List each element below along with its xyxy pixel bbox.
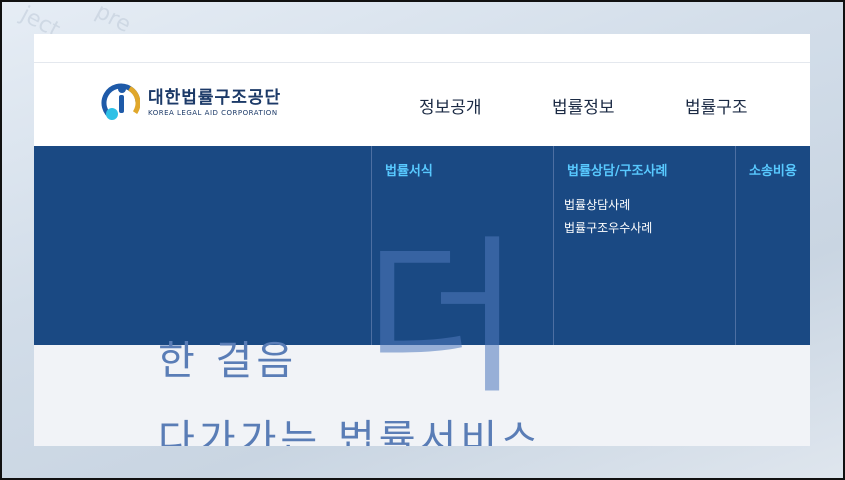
menu-item-consult-cases[interactable]: 법률상담사례 (564, 196, 630, 213)
site-window: 대한법률구조공단 KOREA LEGAL AID CORPORATION 정보공… (34, 34, 810, 446)
menu-title-consult-cases[interactable]: 법률상담/구조사례 (567, 160, 667, 179)
hero-emphasis-character: 더 (364, 220, 521, 418)
hero-headline-line1: 한 걸음 (158, 338, 298, 384)
menu-title-legal-forms[interactable]: 법률서식 (385, 160, 433, 179)
menu-item-excellent-cases[interactable]: 법률구조우수사례 (564, 219, 652, 236)
top-utility-bar (34, 34, 810, 63)
logo-emblem-icon (100, 81, 141, 125)
nav-item-legal-info[interactable]: 법률정보 (552, 93, 615, 118)
logo-korean-name: 대한법률구조공단 (148, 88, 282, 108)
site-header: 대한법률구조공단 KOREA LEGAL AID CORPORATION 정보공… (34, 63, 810, 146)
nav-item-info-disclosure[interactable]: 정보공개 (419, 93, 482, 118)
logo-english-name: KOREA LEGAL AID CORPORATION (148, 109, 278, 117)
menu-title-litigation-costs[interactable]: 소송비용 (749, 160, 797, 179)
site-logo[interactable]: 대한법률구조공단 KOREA LEGAL AID CORPORATION (100, 81, 281, 125)
background-text: pre (91, 0, 135, 39)
menu-column-consult-cases: 법률상담/구조사례 법률상담사례 법률구조우수사례 (553, 146, 735, 345)
nav-item-legal-aid[interactable]: 법률구조 (685, 93, 748, 118)
menu-column-litigation-costs: 소송비용 (735, 146, 810, 345)
